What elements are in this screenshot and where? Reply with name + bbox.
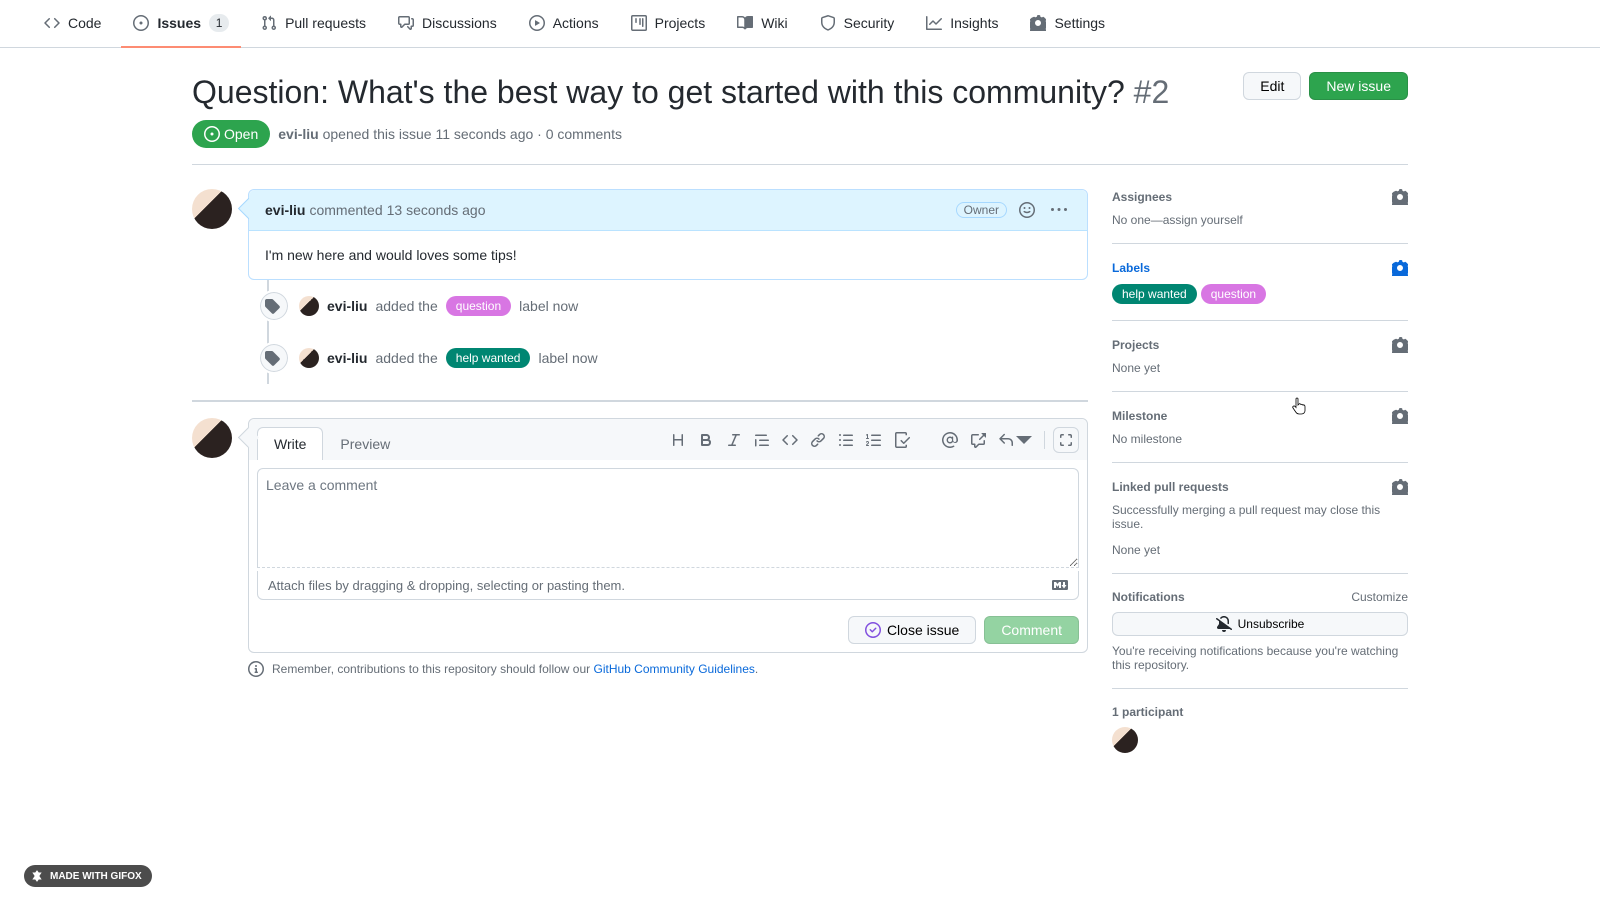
mention-button[interactable] [938,427,962,453]
nav-security[interactable]: Security [808,0,907,48]
avatar[interactable] [299,296,319,316]
milestone-header[interactable]: Milestone [1112,408,1408,424]
issue-number: #2 [1134,74,1170,110]
customize-link[interactable]: Customize [1351,590,1408,604]
close-issue-button[interactable]: Close issue [848,616,976,644]
comment-body: I'm new here and would loves some tips! [249,231,1087,279]
code-button[interactable] [778,427,802,453]
gear-icon [1030,15,1046,31]
fullscreen-button[interactable] [1053,427,1079,453]
gear-icon [1392,260,1408,276]
comment-timestamp[interactable]: 13 seconds ago [387,202,486,218]
tag-icon [264,350,280,366]
nav-code[interactable]: Code [32,0,113,48]
nav-pull-requests[interactable]: Pull requests [249,0,378,48]
nav-issues[interactable]: Issues 1 [121,0,241,48]
edit-button[interactable]: Edit [1243,72,1301,100]
repo-nav: Code Issues 1 Pull requests Discussions … [0,0,1600,48]
new-comment-form: Write Preview [248,418,1088,653]
tasklist-button[interactable] [890,427,914,453]
write-tab[interactable]: Write [257,427,323,460]
reply-button[interactable] [994,427,1036,453]
avatar[interactable] [192,189,232,229]
label-pill[interactable]: help wanted [446,348,531,368]
heading-button[interactable] [666,427,690,453]
kebab-horizontal-icon [1051,202,1067,218]
participants-title: 1 participant [1112,705,1408,719]
assign-yourself-link[interactable]: assign yourself [1163,213,1243,227]
graph-icon [926,15,942,31]
git-pull-request-icon [261,15,277,31]
gifox-icon [30,869,44,883]
crossref-button[interactable] [966,427,990,453]
ul-button[interactable] [834,427,858,453]
avatar[interactable] [1112,727,1138,753]
nav-actions[interactable]: Actions [517,0,611,48]
guidelines-note: Remember, contributions to this reposito… [248,661,1088,677]
issues-count-badge: 1 [209,14,229,32]
gear-icon [1392,408,1408,424]
new-issue-button[interactable]: New issue [1309,72,1408,100]
comment-textarea[interactable] [257,468,1079,568]
nav-discussions[interactable]: Discussions [386,0,509,48]
issue-header: Question: What's the best way to get sta… [192,72,1408,112]
projects-header[interactable]: Projects [1112,337,1408,353]
comment-author[interactable]: evi-liu [265,202,305,218]
comment-discussion-icon [398,15,414,31]
label-event: evi-liu added the help wanted label now [299,332,1088,384]
label-pill[interactable]: question [1201,284,1266,304]
gear-icon [1392,479,1408,495]
labels-header[interactable]: Labels [1112,260,1408,276]
markdown-icon [1052,577,1068,593]
attach-hint[interactable]: Attach files by dragging & dropping, sel… [257,571,1079,600]
quote-button[interactable] [750,427,774,453]
project-icon [631,15,647,31]
unsubscribe-button[interactable]: Unsubscribe [1112,612,1408,636]
ol-button[interactable] [862,427,886,453]
shield-icon [820,15,836,31]
code-icon [44,15,60,31]
nav-insights[interactable]: Insights [914,0,1010,48]
state-badge: Open [192,120,270,148]
info-icon [248,661,264,677]
label-pill[interactable]: question [446,296,511,316]
issue-closed-icon [865,622,881,638]
link-button[interactable] [806,427,830,453]
nav-projects[interactable]: Projects [619,0,718,48]
gear-icon [1392,337,1408,353]
smiley-icon [1019,202,1035,218]
avatar[interactable] [192,418,232,458]
react-button[interactable] [1015,198,1039,222]
avatar[interactable] [299,348,319,368]
guidelines-link[interactable]: GitHub Community Guidelines [594,662,755,676]
owner-badge: Owner [956,202,1007,218]
notifications-title: Notifications [1112,590,1185,604]
tag-icon [264,298,280,314]
issue-meta: Open evi-liu opened this issue 11 second… [192,120,1408,165]
label-pill[interactable]: help wanted [1112,284,1197,304]
bell-slash-icon [1216,616,1232,632]
gifox-badge: MADE WITH GIFOX [24,865,152,887]
issue-opened-icon [204,126,220,142]
issue-title: Question: What's the best way to get sta… [192,72,1169,112]
nav-settings[interactable]: Settings [1018,0,1117,48]
issue-author-link[interactable]: evi-liu [278,126,318,142]
issue-opened-icon [133,15,149,31]
book-icon [737,15,753,31]
gear-icon [1392,189,1408,205]
nav-wiki[interactable]: Wiki [725,0,799,48]
assignees-header[interactable]: Assignees [1112,189,1408,205]
kebab-button[interactable] [1047,198,1071,222]
label-event: evi-liu added the question label now [299,280,1088,332]
preview-tab[interactable]: Preview [323,427,407,460]
linked-prs-header[interactable]: Linked pull requests [1112,479,1408,495]
italic-button[interactable] [722,427,746,453]
issue-comment: evi-liu commented 13 seconds ago Owner [248,189,1088,280]
play-icon [529,15,545,31]
markdown-toolbar [666,427,1079,453]
bold-button[interactable] [694,427,718,453]
comment-button[interactable]: Comment [984,616,1079,644]
